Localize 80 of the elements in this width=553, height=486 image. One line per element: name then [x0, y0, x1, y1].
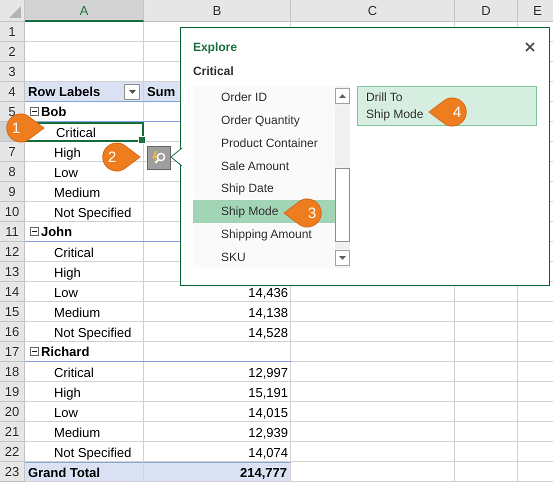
- list-item[interactable]: Order Quantity: [193, 108, 336, 132]
- lightning-magnifier-icon: [151, 150, 167, 166]
- table-cell-text: Not Specified: [53, 444, 132, 460]
- row-number[interactable]: 9: [0, 182, 25, 202]
- column-header[interactable]: B: [144, 0, 291, 22]
- row-number[interactable]: 15: [0, 302, 25, 322]
- context-label: Critical: [193, 64, 235, 78]
- scrollbar[interactable]: [335, 86, 350, 268]
- collapse-icon[interactable]: [30, 227, 39, 236]
- row-number[interactable]: 1: [0, 22, 25, 42]
- table-cell-text: Not Specified: [53, 324, 132, 340]
- table-cell: 14,436: [248, 284, 288, 300]
- caret-icon: [339, 256, 346, 260]
- column-header[interactable]: C: [291, 0, 455, 22]
- row-number[interactable]: 16: [0, 322, 25, 342]
- row-number[interactable]: 18: [0, 362, 25, 382]
- list-item[interactable]: Ship Date: [193, 177, 336, 200]
- fill-handle[interactable]: [138, 136, 146, 144]
- row-number[interactable]: 13: [0, 262, 25, 282]
- column-header[interactable]: A: [25, 0, 144, 22]
- quick-explore-button[interactable]: [147, 146, 171, 170]
- close-button[interactable]: [523, 40, 537, 54]
- row-number[interactable]: 22: [0, 442, 25, 462]
- scroll-up-button[interactable]: [335, 88, 350, 104]
- table-header: Sum: [147, 84, 176, 99]
- table-cell: 214,777: [240, 464, 287, 480]
- table-cell-text: Low: [53, 404, 78, 420]
- row-number[interactable]: 14: [0, 282, 25, 302]
- row-number[interactable]: 7: [0, 142, 25, 162]
- table-cell-text: Critical: [55, 124, 96, 140]
- list-item[interactable]: Sale Amount: [193, 154, 336, 177]
- scroll-thumb[interactable]: [335, 168, 350, 242]
- table-cell-text: Critical: [53, 364, 94, 380]
- table-cell-text: Low: [53, 284, 78, 300]
- row-number[interactable]: 4: [0, 82, 25, 102]
- table-cell-text: Critical: [53, 244, 94, 260]
- row-number[interactable]: 21: [0, 422, 25, 442]
- list-item[interactable]: Order ID: [193, 86, 336, 109]
- filter-dropdown-button[interactable]: [124, 84, 140, 100]
- table-cell: 14,015: [248, 404, 288, 420]
- table-cell-text: Medium: [53, 424, 100, 440]
- table-cell: 14,138: [248, 304, 288, 320]
- table-cell: 15,191: [248, 384, 288, 400]
- table-cell-text: High: [53, 144, 81, 160]
- row-number[interactable]: 12: [0, 242, 25, 262]
- table-cell: Richard: [41, 344, 90, 359]
- list-item[interactable]: Product Container: [193, 132, 336, 154]
- table-cell: 12,939: [248, 424, 288, 440]
- table-cell-text: Not Specified: [53, 204, 132, 220]
- row-number[interactable]: 8: [0, 162, 25, 182]
- column-header[interactable]: E: [518, 0, 553, 22]
- row-number[interactable]: 2: [0, 42, 25, 62]
- row-number[interactable]: 11: [0, 222, 25, 242]
- caret-icon: [339, 94, 346, 98]
- caret-icon: [128, 90, 136, 94]
- table-cell-text: Medium: [53, 184, 100, 200]
- table-cell-text: High: [53, 264, 81, 280]
- row-number[interactable]: 23: [0, 462, 25, 482]
- table-cell: John: [41, 224, 72, 239]
- table-cell: Grand Total: [28, 464, 100, 480]
- row-number[interactable]: 3: [0, 62, 25, 82]
- table-cell-text: Medium: [53, 304, 100, 320]
- close-icon: [525, 42, 535, 52]
- row-number[interactable]: 20: [0, 402, 25, 422]
- collapse-icon[interactable]: [30, 347, 39, 356]
- row-number[interactable]: 10: [0, 202, 25, 222]
- table-header: Row Labels: [28, 84, 100, 99]
- panel-title: Explore: [193, 40, 238, 54]
- scroll-down-button[interactable]: [335, 250, 350, 266]
- table-cell: 14,528: [248, 324, 288, 340]
- table-cell: 14,074: [248, 444, 288, 460]
- collapse-icon[interactable]: [30, 107, 39, 116]
- table-cell: 12,997: [248, 364, 288, 380]
- table-cell-text: Low: [53, 164, 78, 180]
- list-item[interactable]: Shipping Amount: [193, 222, 336, 246]
- column-header[interactable]: D: [455, 0, 518, 22]
- row-number[interactable]: 19: [0, 382, 25, 402]
- row-number[interactable]: 17: [0, 342, 25, 362]
- table-cell-text: High: [53, 384, 81, 400]
- list-item[interactable]: SKU: [193, 245, 336, 268]
